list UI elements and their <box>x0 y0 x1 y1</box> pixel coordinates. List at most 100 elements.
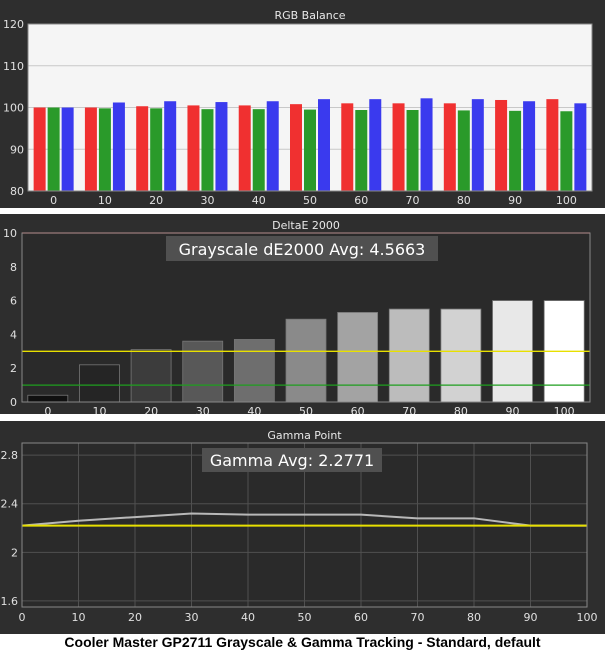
chart-title: RGB Balance <box>274 9 345 22</box>
deltae-bar <box>130 349 172 403</box>
bar-green <box>201 109 214 191</box>
y-tick-label: 4 <box>10 328 17 341</box>
x-tick-label: 10 <box>72 611 86 624</box>
y-tick-label: 8 <box>10 261 17 274</box>
x-tick-label: 60 <box>351 405 365 414</box>
bar-blue <box>574 103 587 191</box>
x-tick-label: 100 <box>577 611 598 624</box>
rgb-balance-chart: RGB Balance 80 90 100 110 120 0 10 20 30 40 50 60 70 8… <box>3 9 593 207</box>
y-tick-label: 2 <box>11 546 18 559</box>
x-tick-label: 70 <box>411 611 425 624</box>
deltae-bar <box>27 394 69 403</box>
x-tick-label: 60 <box>354 194 368 207</box>
bar-red <box>495 99 508 191</box>
bar-green <box>457 110 470 191</box>
deltae-bar <box>440 308 482 403</box>
bar-blue <box>215 102 228 191</box>
x-tick-label: 40 <box>241 611 255 624</box>
x-tick-label: 50 <box>303 194 317 207</box>
deltae-bar <box>285 318 327 403</box>
bar-green <box>355 110 368 191</box>
bar-red <box>392 103 405 191</box>
bar-red <box>136 106 149 191</box>
chart-title: DeltaE 2000 <box>272 219 340 232</box>
rgb-balance-panel: RGB Balance 80 90 100 110 120 0 10 20 30 40 50 60 70 8… <box>0 0 605 208</box>
deltae-bar <box>79 364 120 403</box>
x-tick-label: 20 <box>149 194 163 207</box>
x-tick-label: 90 <box>524 611 538 624</box>
x-tick-label: 30 <box>185 611 199 624</box>
bar-green <box>406 110 419 191</box>
x-tick-label: 60 <box>354 611 368 624</box>
x-tick-label: 10 <box>92 405 106 414</box>
y-tick-label: 2.4 <box>1 498 19 511</box>
x-tick-label: 100 <box>554 405 575 414</box>
x-tick-label: 100 <box>556 194 577 207</box>
annotation-text: Gamma Avg: 2.2771 <box>210 451 374 470</box>
x-tick-label: 0 <box>50 194 57 207</box>
bar-red <box>187 105 200 191</box>
y-tick-label: 1.6 <box>1 595 19 608</box>
bar-green <box>98 108 111 191</box>
x-tick-label: 80 <box>454 405 468 414</box>
bar-blue <box>523 101 536 191</box>
figure-caption: Cooler Master GP2711 Grayscale & Gamma T… <box>64 634 541 650</box>
x-tick-label: 70 <box>402 405 416 414</box>
y-tick-label: 110 <box>3 60 24 73</box>
y-tick-label: 0 <box>10 396 17 409</box>
bar-green <box>304 109 316 191</box>
chart-title: Gamma Point <box>267 429 342 442</box>
bar-red <box>443 103 456 191</box>
y-tick-label: 90 <box>10 143 24 156</box>
deltae-bar <box>182 340 224 403</box>
y-tick-label: 80 <box>10 185 24 198</box>
bar-green <box>150 108 163 191</box>
bar-red <box>33 107 46 191</box>
x-tick-label: 10 <box>98 194 112 207</box>
bar-red <box>341 103 354 191</box>
deltae-bar <box>388 308 430 403</box>
y-tick-label: 120 <box>3 18 24 31</box>
y-tick-label: 6 <box>10 295 17 308</box>
deltae-bar <box>337 312 379 403</box>
y-tick-label: 10 <box>3 227 17 240</box>
x-tick-label: 30 <box>200 194 214 207</box>
bar-red <box>238 105 251 191</box>
bar-green <box>47 107 60 191</box>
bar-blue <box>318 99 330 191</box>
x-tick-label: 50 <box>299 405 313 414</box>
y-tick-label: 100 <box>3 102 24 115</box>
bar-green <box>509 110 522 191</box>
bar-red <box>290 104 302 191</box>
deltae-chart: DeltaE 200002468100 10 20 30 40 50 60 70 80 90 100… <box>3 219 591 414</box>
calibration-report: RGB Balance 80 90 100 110 120 0 10 20 30 40 50 60 70 8… <box>0 0 605 652</box>
x-tick-label: 20 <box>144 405 158 414</box>
x-tick-label: 90 <box>506 405 520 414</box>
x-tick-label: 90 <box>508 194 522 207</box>
bar-red <box>546 99 559 191</box>
x-tick-label: 80 <box>467 611 481 624</box>
bar-red <box>84 107 97 191</box>
x-tick-label: 80 <box>457 194 471 207</box>
bar-blue <box>61 107 74 191</box>
bar-blue <box>471 99 484 191</box>
x-tick-label: 30 <box>196 405 210 414</box>
x-tick-label: 0 <box>44 405 51 414</box>
gamma-panel: Gamma Point 1.6 2 2.4 2.8 0 10 20 30 40 50 60 70 80 90… <box>0 421 605 634</box>
x-tick-label: 40 <box>247 405 261 414</box>
bar-green <box>560 111 573 191</box>
bar-blue <box>164 101 177 191</box>
y-tick-label: 2.8 <box>1 449 19 462</box>
bar-blue <box>420 98 433 191</box>
bar-blue <box>266 101 279 191</box>
x-tick-label: 40 <box>252 194 266 207</box>
gamma-chart: Gamma Point 1.6 2 2.4 2.8 0 10 20 30 40 50 60 70 80 90… <box>1 429 598 624</box>
x-tick-label: 70 <box>406 194 420 207</box>
bar-green <box>252 109 265 191</box>
bar-blue <box>112 102 125 191</box>
deltae-panel: DeltaE 2000 0 2 4 6 8 10 0 10 20 30 40 50 60 70 80 90 100… <box>0 214 605 414</box>
annotation-text: Grayscale dE2000 Avg: 4.5663 <box>179 240 426 259</box>
deltae-bar <box>233 339 275 403</box>
y-tick-label: 2 <box>10 362 17 375</box>
x-tick-label: 50 <box>298 611 312 624</box>
